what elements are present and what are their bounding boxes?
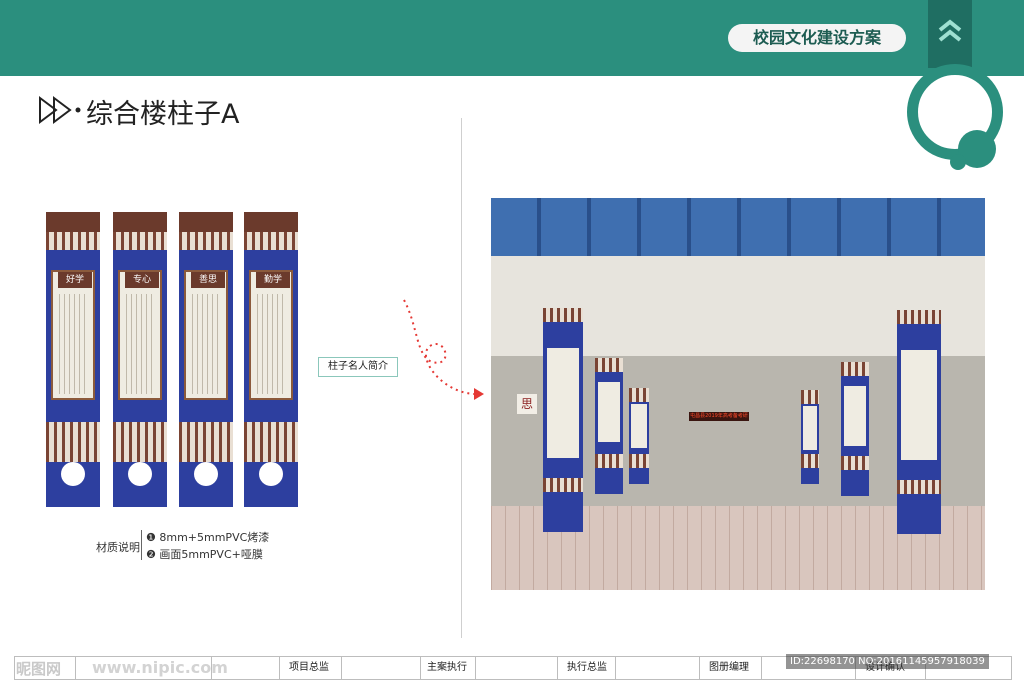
watermark-logo: 昵图网 (16, 660, 62, 678)
material-item: ❶ 8mm+5mmPVC烤漆 (146, 531, 270, 544)
callout-tag: 柱子名人简介 (318, 357, 398, 377)
dotted-arrow-icon (403, 299, 484, 400)
pillar-design: 勤学 (244, 212, 298, 507)
pillar-name: 勤学 (256, 272, 290, 288)
materials-label: 材质说明 (96, 541, 140, 554)
installation-photo: 屯昌县2019年高考备考研讨会 思 (491, 198, 985, 590)
pillar-design: 好学 (46, 212, 100, 507)
pillar-design: 专心 (113, 212, 167, 507)
project-title-pill: 校园文化建设方案 (728, 24, 906, 52)
led-sign: 屯昌县2019年高考备考研讨会 (689, 412, 749, 421)
footer-label: 执行总监 (567, 662, 607, 673)
pillar-name: 好学 (58, 272, 92, 288)
footer-label: 图册编理 (709, 662, 749, 673)
pillar-name: 善思 (191, 272, 225, 288)
wall-sign: 思 (517, 394, 537, 414)
double-chevron-up-icon (938, 19, 962, 42)
decorative-dot-small (950, 154, 966, 170)
watermark-url: www.nipic.com (92, 658, 228, 677)
footer-label: 主案执行 (427, 662, 467, 673)
pillar-name: 专心 (125, 272, 159, 288)
footer-label: 项目总监 (289, 662, 329, 673)
materials-bracket (141, 530, 142, 560)
title-arrows-icon (39, 96, 81, 124)
page-title: 综合楼柱子A (86, 99, 240, 130)
pillar-design: 善思 (179, 212, 233, 507)
header-tab (928, 0, 972, 68)
material-item: ❷ 画面5mmPVC+哑膜 (146, 548, 263, 561)
watermark-id: ID:22698170 NO:20161145957918039 (786, 654, 989, 669)
